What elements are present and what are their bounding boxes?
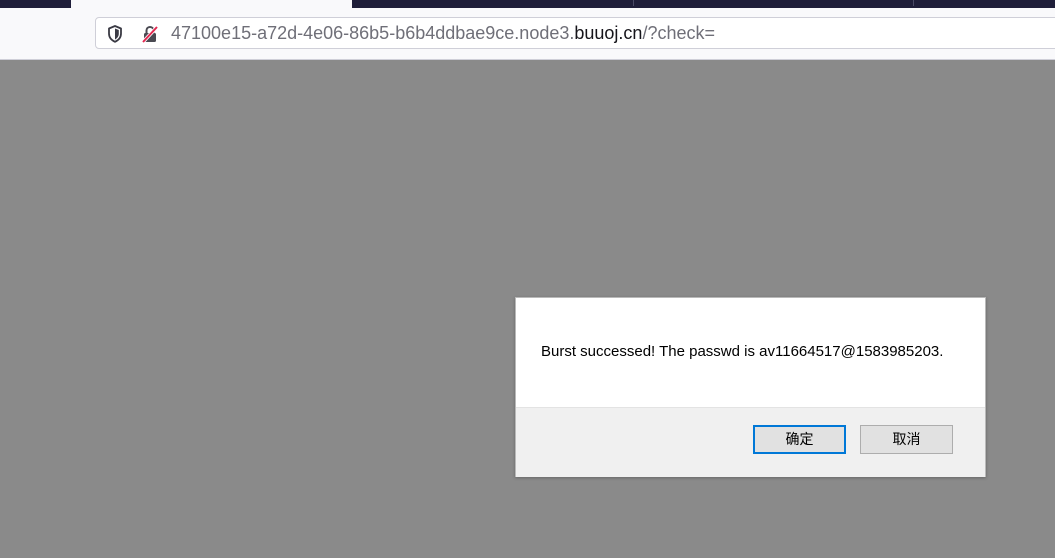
alert-dialog: Burst successed! The passwd is av1166451…	[515, 297, 986, 477]
insecure-connection-icon[interactable]	[140, 24, 160, 44]
url-suffix: /?check=	[642, 23, 715, 43]
url-host: buuoj.cn	[574, 23, 643, 43]
address-bar[interactable]: 47100e15-a72d-4e06-86b5-b6b4ddbae9ce.nod…	[95, 17, 1055, 49]
navigation-bar: 47100e15-a72d-4e06-86b5-b6b4ddbae9ce.nod…	[0, 8, 1055, 60]
tab-separator	[913, 0, 914, 6]
active-tab[interactable]	[71, 0, 352, 8]
shield-icon[interactable]	[105, 24, 125, 44]
url-prefix: 47100e15-a72d-4e06-86b5-b6b4ddbae9ce.nod…	[171, 23, 575, 43]
dialog-footer: 确定 取消	[516, 407, 985, 477]
dialog-message: Burst successed! The passwd is av1166451…	[541, 343, 944, 360]
cancel-button[interactable]: 取消	[860, 425, 953, 454]
tab-strip	[0, 0, 1055, 8]
url-text[interactable]: 47100e15-a72d-4e06-86b5-b6b4ddbae9ce.nod…	[171, 22, 715, 44]
tab-separator	[633, 0, 634, 6]
ok-button[interactable]: 确定	[753, 425, 846, 454]
